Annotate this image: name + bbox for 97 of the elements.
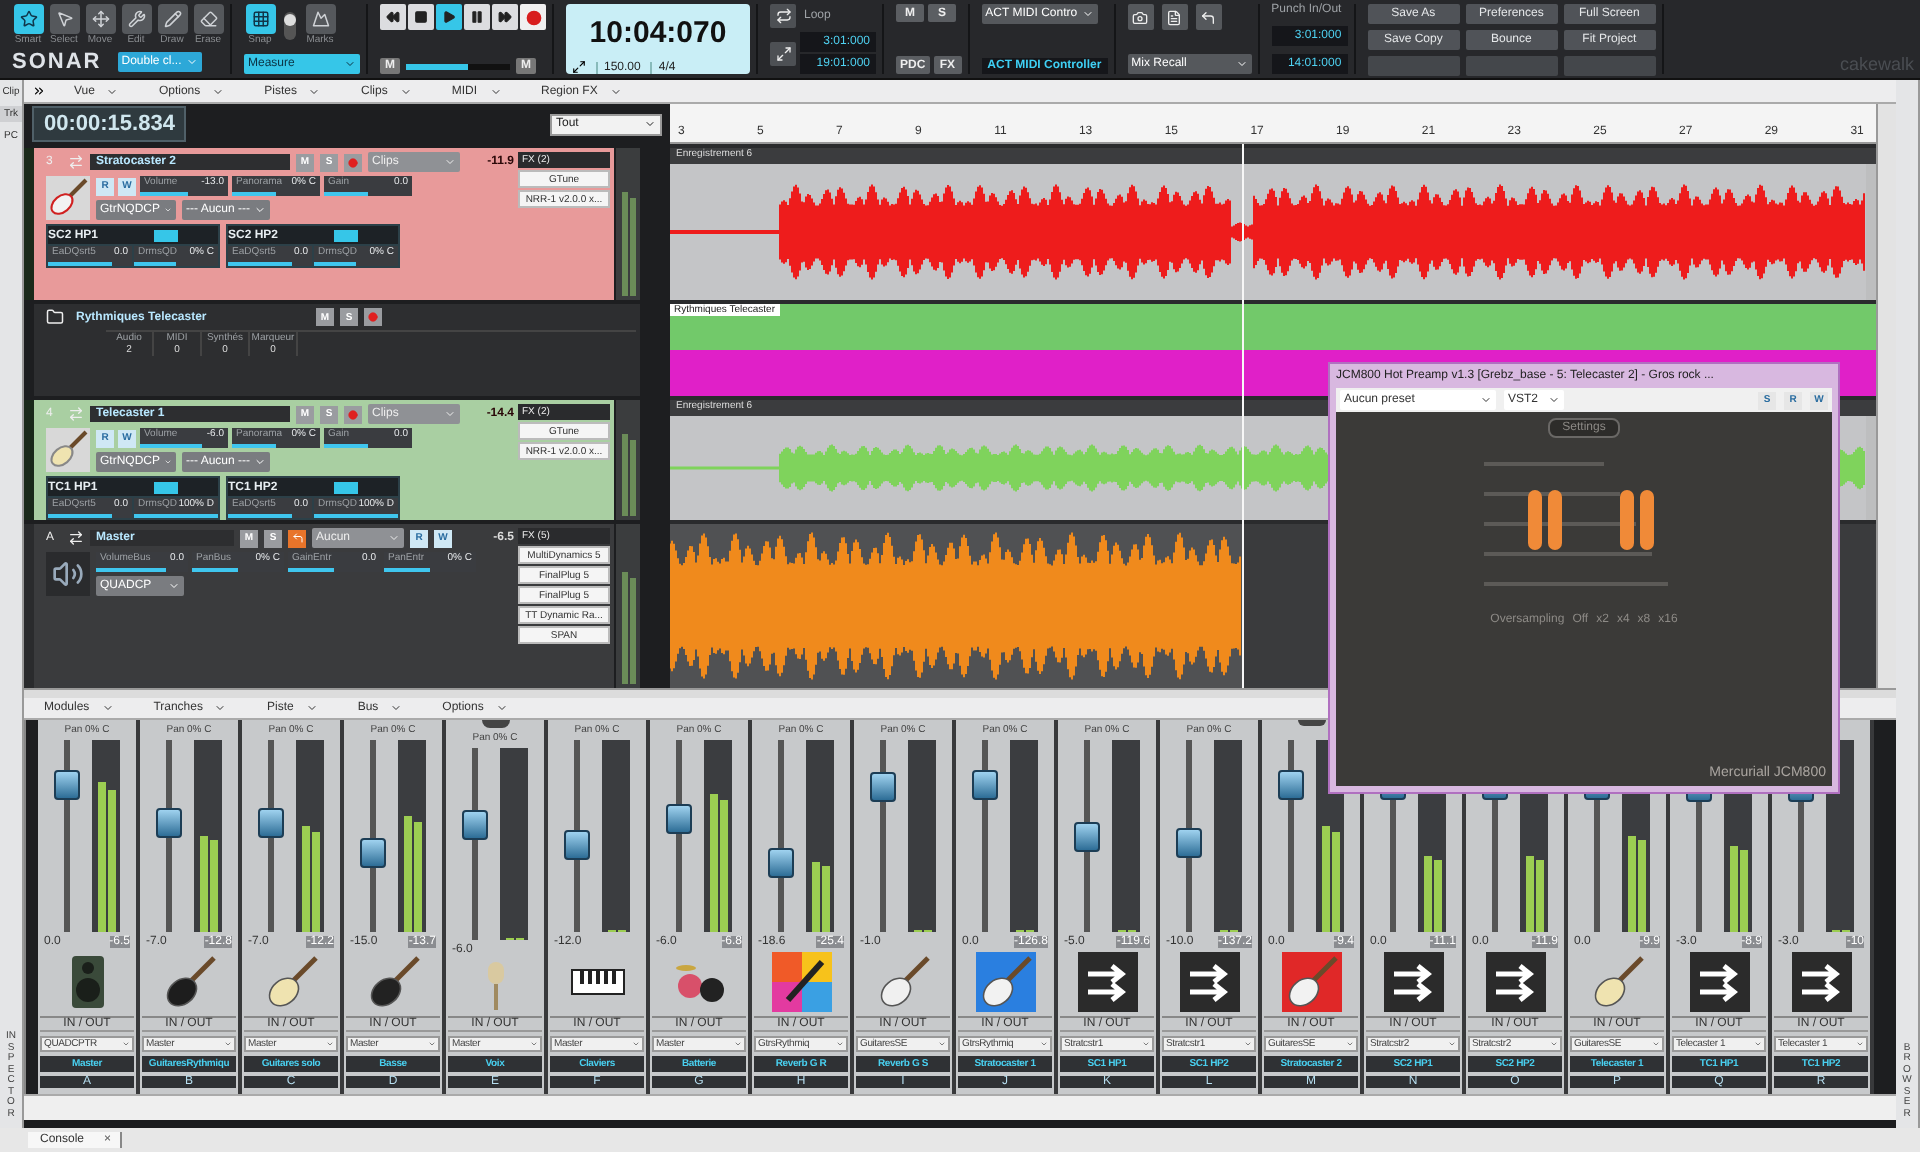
caret-icon bbox=[609, 85, 622, 97]
expand-icon bbox=[572, 60, 586, 74]
horizontal-scrollbar[interactable] bbox=[24, 1094, 1896, 1120]
transport-button[interactable] bbox=[436, 4, 462, 30]
post-toggle[interactable] bbox=[334, 229, 358, 241]
track-type-icon bbox=[68, 154, 84, 170]
camera-icon bbox=[1132, 9, 1149, 25]
caret-icon bbox=[254, 204, 266, 216]
pencil-icon bbox=[163, 10, 181, 28]
fader-handle[interactable] bbox=[1278, 769, 1304, 800]
guitar-icon bbox=[975, 952, 1035, 1012]
caret-icon bbox=[305, 702, 318, 714]
caret-icon bbox=[1480, 394, 1492, 406]
fader-handle[interactable] bbox=[360, 837, 386, 868]
vertical-scrollbar[interactable] bbox=[1876, 104, 1896, 688]
time-readout: 10:04:070 bbox=[587, 13, 729, 53]
fader-handle[interactable] bbox=[1074, 821, 1100, 851]
caret-icon bbox=[214, 702, 227, 714]
transport-button[interactable] bbox=[464, 4, 490, 30]
fader-handle[interactable] bbox=[972, 769, 998, 800]
document-icon bbox=[1166, 9, 1183, 25]
guitar-picture bbox=[46, 176, 90, 220]
caret-icon bbox=[212, 85, 225, 97]
audio-clip[interactable] bbox=[670, 164, 1866, 300]
star-icon bbox=[19, 10, 37, 28]
caret-icon bbox=[344, 58, 356, 70]
caret-icon bbox=[388, 532, 400, 544]
fader-handle[interactable] bbox=[462, 809, 488, 840]
track-type-icon bbox=[68, 530, 84, 546]
snapshot-button[interactable] bbox=[1127, 4, 1154, 30]
stop-icon bbox=[414, 10, 428, 24]
caret-icon bbox=[1548, 394, 1560, 406]
fader-handle[interactable] bbox=[870, 772, 896, 803]
loop-icon bbox=[775, 8, 791, 24]
caret-icon bbox=[101, 702, 114, 714]
shuttle-slider[interactable] bbox=[406, 63, 510, 69]
caret-icon bbox=[168, 580, 180, 592]
now-time-display: 00:00:15.834 bbox=[32, 106, 187, 142]
caret-icon bbox=[644, 118, 656, 130]
caret-icon bbox=[1235, 58, 1248, 70]
guitar-picture bbox=[46, 428, 90, 472]
app-logo: SONAR bbox=[12, 50, 102, 74]
track-type-icon bbox=[68, 406, 84, 422]
caret-icon bbox=[495, 702, 508, 714]
document-button[interactable] bbox=[1161, 4, 1188, 30]
move-icon bbox=[91, 10, 109, 28]
caret-icon bbox=[399, 85, 412, 97]
post-toggle[interactable] bbox=[154, 481, 178, 493]
caret-icon bbox=[308, 85, 321, 97]
play-icon bbox=[442, 10, 456, 24]
guitar-icon bbox=[1281, 952, 1341, 1012]
undo-icon bbox=[1200, 9, 1217, 25]
caret-icon bbox=[1081, 8, 1094, 20]
microphone-icon bbox=[485, 960, 505, 1012]
caret-icon bbox=[444, 156, 456, 168]
folder-icon bbox=[46, 308, 64, 326]
caret-icon bbox=[444, 408, 456, 420]
undo-button[interactable] bbox=[1195, 4, 1222, 30]
record-arm-button[interactable] bbox=[344, 405, 362, 423]
transport-button[interactable] bbox=[380, 4, 406, 30]
pause-icon bbox=[470, 10, 484, 24]
transport-button[interactable] bbox=[408, 4, 434, 30]
grid-icon bbox=[251, 10, 269, 28]
toggle-switch-icon[interactable] bbox=[282, 11, 298, 39]
wrench-icon bbox=[127, 10, 145, 28]
rewind-icon bbox=[386, 10, 400, 24]
caret-icon bbox=[489, 85, 501, 97]
fader-handle[interactable] bbox=[564, 829, 590, 860]
fit-button[interactable] bbox=[770, 41, 796, 65]
fader-handle[interactable] bbox=[54, 769, 80, 800]
speaker-picture bbox=[46, 552, 90, 596]
fader-handle[interactable] bbox=[156, 808, 182, 839]
fader-handle[interactable] bbox=[258, 808, 284, 839]
guitar-artwork-icon bbox=[771, 952, 831, 1012]
track-meter bbox=[616, 400, 640, 520]
eraser-icon bbox=[199, 10, 217, 28]
collapse-icon[interactable] bbox=[32, 84, 46, 98]
pan-knob[interactable] bbox=[1297, 720, 1325, 727]
mountain-icon bbox=[311, 10, 329, 28]
caret-icon bbox=[390, 702, 403, 714]
record-button[interactable] bbox=[520, 4, 546, 30]
input-echo-button[interactable] bbox=[288, 529, 306, 547]
pan-knob[interactable] bbox=[481, 720, 509, 728]
transport-button[interactable] bbox=[492, 4, 518, 30]
fast-forward-icon bbox=[498, 10, 512, 24]
loop-button[interactable] bbox=[770, 4, 796, 28]
caret-icon bbox=[106, 85, 119, 97]
cursor-icon bbox=[55, 10, 73, 28]
post-toggle[interactable] bbox=[154, 229, 178, 241]
fader-handle[interactable] bbox=[1176, 827, 1202, 858]
expand-icon bbox=[775, 45, 791, 61]
post-toggle[interactable] bbox=[334, 481, 358, 493]
caret-icon bbox=[185, 56, 198, 68]
fader-handle[interactable] bbox=[666, 804, 692, 835]
caret-icon bbox=[254, 456, 266, 468]
fader-handle[interactable] bbox=[768, 848, 794, 879]
record-icon bbox=[525, 9, 541, 25]
